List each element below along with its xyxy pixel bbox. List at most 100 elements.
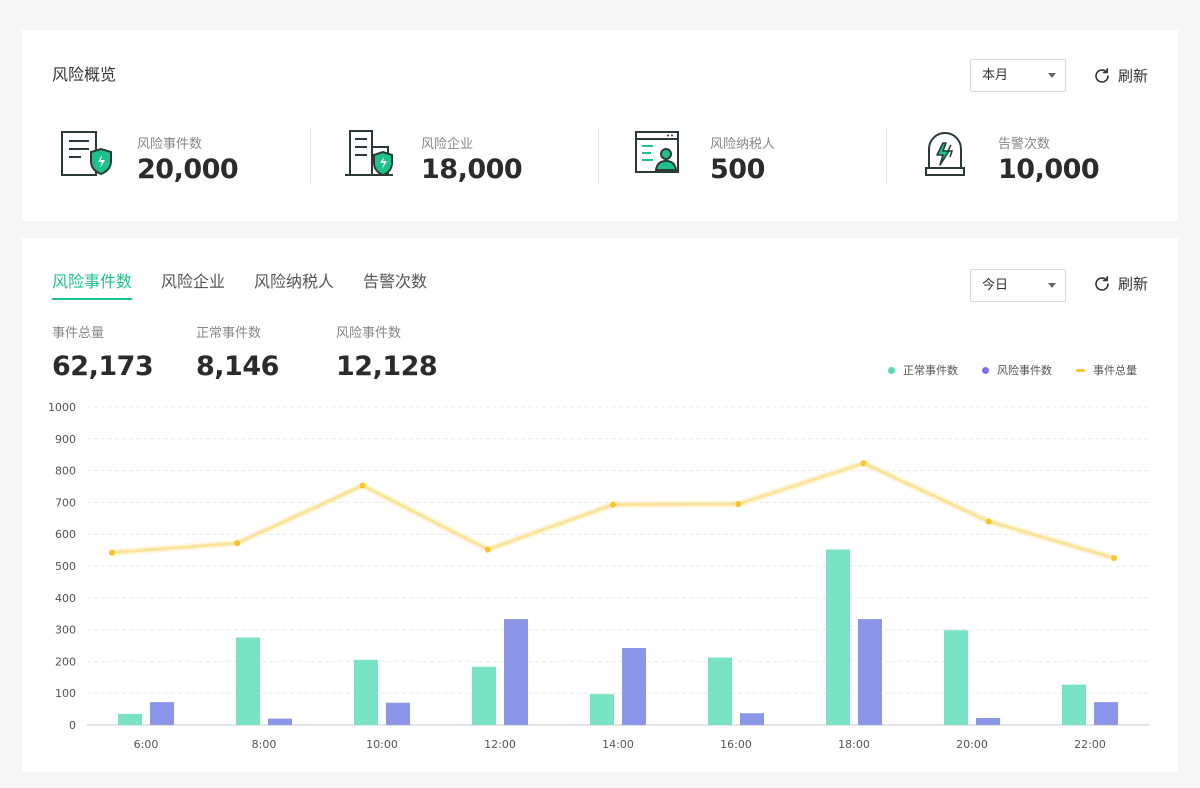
- bar-risk-events: [150, 702, 174, 725]
- legend-item-total[interactable]: 事件总量: [1076, 362, 1137, 378]
- overview-refresh-button[interactable]: 刷新: [1093, 59, 1148, 92]
- divider: [886, 127, 887, 184]
- chart-legend: 正常事件数 风险事件数 事件总量: [888, 362, 1137, 378]
- y-tick-label: 900: [55, 433, 76, 446]
- summary-value: 12,128: [336, 351, 438, 382]
- bar-normal-events: [708, 657, 732, 725]
- x-tick-label: 16:00: [720, 738, 752, 751]
- risk-overview-card: 风险概览 本月 刷新 风险事件数 20,000 风险企业 18,000 风险纳税…: [22, 30, 1178, 221]
- metric-tabs: 风险事件数 风险企业 风险纳税人 告警次数: [52, 268, 456, 300]
- browser-user-icon: [635, 131, 679, 173]
- y-tick-label: 300: [55, 624, 76, 637]
- y-tick-label: 1000: [48, 401, 76, 414]
- line-point-total-events: [359, 482, 366, 489]
- legend-label: 事件总量: [1093, 364, 1137, 377]
- y-tick-label: 500: [55, 560, 76, 573]
- tab-risk-taxpayers[interactable]: 风险纳税人: [254, 268, 334, 300]
- stat-risk-enterprises: 风险企业 18,000: [344, 128, 632, 185]
- detail-refresh-label: 刷新: [1118, 275, 1149, 293]
- stat-alarms: 告警次数 10,000: [921, 128, 1200, 185]
- summary-value: 62,173: [52, 351, 154, 382]
- x-tick-label: 14:00: [602, 738, 634, 751]
- detail-period-value: 今日: [982, 278, 1009, 293]
- line-point-total-events: [234, 540, 241, 547]
- summary-label: 正常事件数: [196, 326, 262, 341]
- detail-refresh-button[interactable]: 刷新: [1093, 267, 1148, 300]
- tab-alarms[interactable]: 告警次数: [363, 268, 427, 300]
- line-total-events: [111, 461, 1115, 560]
- x-tick-label: 6:00: [134, 738, 159, 751]
- bar-risk-events: [1094, 702, 1118, 725]
- y-tick-label: 600: [55, 528, 76, 541]
- stat-label: 风险纳税人: [710, 137, 776, 152]
- summary-value: 8,146: [196, 351, 279, 382]
- line-point-total-events: [985, 518, 992, 525]
- stat-value: 500: [710, 154, 765, 185]
- overview-period-value: 本月: [982, 68, 1009, 83]
- refresh-icon: [1095, 275, 1109, 291]
- y-tick-label: 100: [55, 687, 76, 700]
- legend-item-normal[interactable]: 正常事件数: [888, 362, 958, 378]
- document-shield-icon: [61, 131, 112, 176]
- chevron-down-icon: [1048, 73, 1056, 78]
- bar-normal-events: [1062, 684, 1086, 725]
- overview-period-select[interactable]: 本月: [970, 59, 1066, 92]
- tab-risk-events[interactable]: 风险事件数: [52, 268, 133, 300]
- divider: [598, 127, 599, 184]
- y-tick-label: 400: [55, 592, 76, 605]
- summary-risk: 风险事件数 12,128: [336, 322, 438, 382]
- stat-label: 风险企业: [421, 137, 474, 152]
- chevron-down-icon: [1048, 283, 1056, 288]
- y-tick-label: 200: [55, 655, 76, 668]
- legend-swatch: [982, 366, 989, 374]
- tab-risk-enterprises[interactable]: 风险企业: [161, 268, 225, 300]
- stat-value: 10,000: [998, 154, 1100, 185]
- bar-normal-events: [826, 549, 850, 725]
- y-tick-label: 700: [55, 496, 76, 509]
- bar-risk-events: [268, 718, 292, 725]
- refresh-icon: [1095, 67, 1109, 83]
- x-tick-label: 10:00: [366, 738, 398, 751]
- summary-label: 风险事件数: [336, 326, 402, 341]
- x-tick-label: 12:00: [484, 738, 516, 751]
- risk-detail-card: 风险事件数 风险企业 风险纳税人 告警次数 今日 刷新 事件总量 62,173 …: [22, 238, 1178, 772]
- x-tick-label: 20:00: [956, 738, 988, 751]
- stat-risk-events: 风险事件数 20,000: [60, 128, 348, 185]
- y-tick-label: 800: [55, 465, 76, 478]
- events-chart: 0 100 200 300 400 500 600 700 800 900 1000 6:00 8:00…: [48, 401, 1149, 751]
- stat-value: 20,000: [137, 154, 239, 185]
- stat-label: 告警次数: [998, 137, 1051, 152]
- line-point-total-events: [860, 460, 867, 467]
- bar-risk-events: [976, 718, 1000, 725]
- line-point-total-events: [484, 546, 491, 553]
- line-point-total-events: [735, 500, 742, 507]
- legend-item-risk[interactable]: 风险事件数: [982, 362, 1052, 378]
- bar-risk-events: [858, 619, 882, 725]
- line-point-total-events: [1111, 555, 1117, 562]
- overview-refresh-label: 刷新: [1118, 67, 1149, 85]
- detail-period-select[interactable]: 今日: [970, 269, 1066, 302]
- y-tick-label: 0: [69, 719, 76, 732]
- x-tick-label: 8:00: [252, 738, 277, 751]
- bar-normal-events: [472, 666, 496, 725]
- stat-value: 18,000: [421, 154, 523, 185]
- summary-label: 事件总量: [52, 326, 105, 341]
- legend-label: 正常事件数: [903, 364, 958, 377]
- bar-risk-events: [386, 702, 410, 725]
- bar-risk-events: [504, 619, 528, 725]
- overview-title: 风险概览: [52, 65, 117, 84]
- bar-risk-events: [740, 713, 764, 725]
- bar-normal-events: [236, 637, 260, 725]
- x-tick-label: 18:00: [838, 738, 870, 751]
- building-shield-icon: [345, 130, 393, 177]
- legend-swatch: [888, 366, 895, 374]
- stat-label: 风险事件数: [137, 137, 203, 152]
- bar-normal-events: [944, 630, 968, 725]
- summary-total: 事件总量 62,173: [52, 322, 154, 382]
- summary-normal: 正常事件数 8,146: [196, 322, 279, 382]
- bar-normal-events: [590, 694, 614, 725]
- stat-risk-taxpayers: 风险纳税人 500: [633, 128, 921, 185]
- bar-risk-events: [622, 648, 646, 725]
- legend-label: 风险事件数: [997, 364, 1052, 377]
- line-point-total-events: [610, 501, 616, 508]
